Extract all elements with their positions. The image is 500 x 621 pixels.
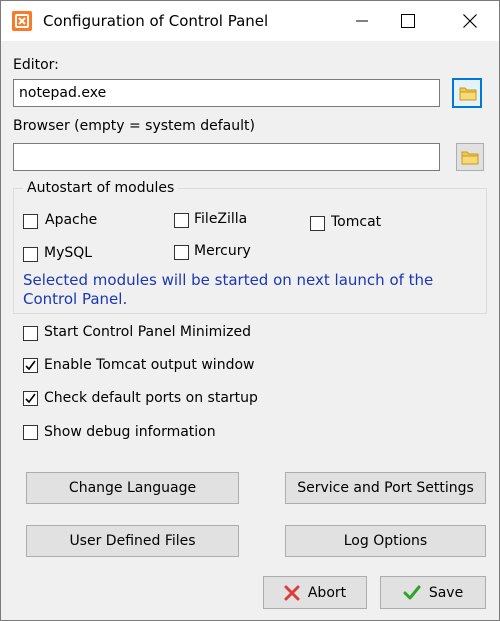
start-minimized-label[interactable]: Start Control Panel Minimized bbox=[44, 324, 251, 340]
green-check-icon bbox=[403, 585, 421, 599]
folder-icon bbox=[461, 151, 479, 165]
tomcat-label[interactable]: Tomcat bbox=[331, 214, 381, 230]
editor-input[interactable]: notepad.exe bbox=[13, 79, 440, 107]
debug-info-checkbox[interactable] bbox=[23, 425, 38, 440]
debug-info-label[interactable]: Show debug information bbox=[44, 424, 216, 440]
filezilla-label[interactable]: FileZilla bbox=[194, 211, 247, 227]
browser-browse-button[interactable] bbox=[456, 143, 484, 171]
close-icon bbox=[463, 14, 477, 28]
user-defined-files-label: User Defined Files bbox=[69, 533, 196, 549]
red-x-icon bbox=[284, 585, 300, 600]
checkmark-icon bbox=[25, 360, 36, 371]
xampp-icon bbox=[12, 11, 32, 31]
autostart-group-title: Autostart of modules bbox=[23, 180, 179, 196]
tomcat-checkbox[interactable] bbox=[310, 216, 325, 231]
abort-label: Abort bbox=[307, 584, 347, 601]
editor-browse-button[interactable] bbox=[452, 78, 482, 108]
title-bar[interactable]: Configuration of Control Panel bbox=[1, 1, 499, 41]
service-port-settings-button[interactable]: Service and Port Settings bbox=[285, 472, 486, 504]
browser-input[interactable] bbox=[13, 143, 440, 171]
filezilla-checkbox[interactable] bbox=[174, 213, 189, 228]
checkmark-icon bbox=[25, 393, 36, 404]
tomcat-output-label[interactable]: Enable Tomcat output window bbox=[44, 357, 254, 373]
maximize-icon bbox=[401, 14, 415, 28]
check-ports-label[interactable]: Check default ports on startup bbox=[44, 390, 258, 406]
window-title: Configuration of Control Panel bbox=[43, 12, 269, 30]
browser-label: Browser (empty = system default) bbox=[13, 118, 255, 134]
change-language-button[interactable]: Change Language bbox=[26, 472, 239, 504]
mercury-checkbox[interactable] bbox=[174, 245, 189, 260]
close-button[interactable] bbox=[447, 1, 493, 41]
mysql-label[interactable]: MySQL bbox=[44, 245, 92, 261]
check-ports-checkbox[interactable] bbox=[23, 391, 38, 406]
autostart-note: Selected modules will be started on next… bbox=[23, 271, 434, 308]
config-dialog: Configuration of Control Panel Editor: n… bbox=[0, 0, 500, 621]
save-label: Save bbox=[428, 584, 464, 601]
maximize-button[interactable] bbox=[385, 1, 431, 41]
abort-button[interactable]: Abort bbox=[263, 576, 367, 609]
change-language-label: Change Language bbox=[68, 480, 197, 496]
editor-label: Editor: bbox=[13, 57, 59, 73]
mercury-label[interactable]: Mercury bbox=[194, 243, 251, 259]
log-options-button[interactable]: Log Options bbox=[285, 525, 486, 557]
start-minimized-checkbox[interactable] bbox=[23, 326, 38, 341]
apache-checkbox[interactable] bbox=[23, 214, 38, 229]
minimize-icon bbox=[356, 20, 368, 22]
folder-icon bbox=[459, 87, 477, 101]
apache-label[interactable]: Apache bbox=[45, 212, 97, 228]
mysql-checkbox[interactable] bbox=[23, 247, 38, 262]
save-button[interactable]: Save bbox=[380, 576, 486, 609]
tomcat-output-checkbox[interactable] bbox=[23, 358, 38, 373]
service-port-settings-label: Service and Port Settings bbox=[297, 480, 474, 496]
user-defined-files-button[interactable]: User Defined Files bbox=[26, 525, 239, 557]
log-options-label: Log Options bbox=[343, 533, 428, 549]
minimize-button[interactable] bbox=[339, 1, 385, 41]
